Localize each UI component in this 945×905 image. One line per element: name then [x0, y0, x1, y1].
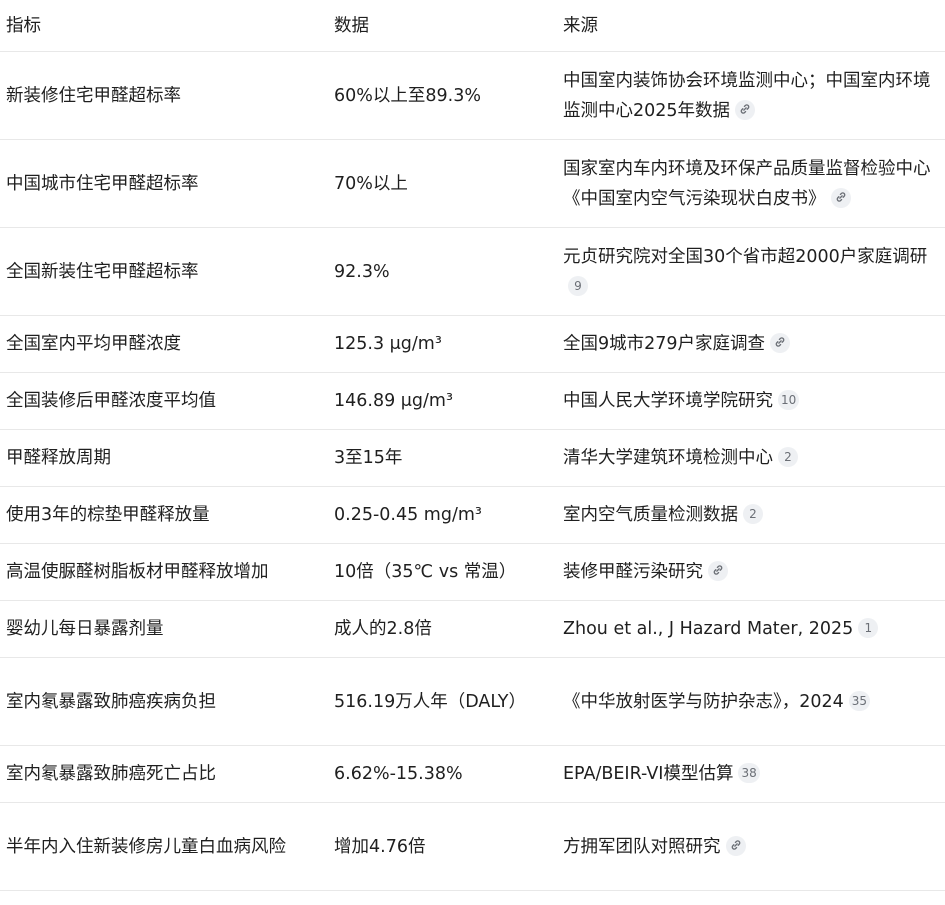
link-icon[interactable] — [830, 187, 851, 208]
value-cell: 0.25-0.45 mg/m³ — [328, 486, 557, 544]
value-cell: 70%以上 — [328, 139, 557, 228]
header-indicator: 指标 — [0, 0, 328, 52]
indicator-cell: 新装修住宅甲醛超标率 — [0, 51, 328, 140]
table-row: 高温使脲醛树脂板材甲醛释放增加 10倍（35℃ vs 常温） 装修甲醛污染研究 — [0, 543, 945, 601]
indicator-cell: 使用3年的棕垫甲醛释放量 — [0, 486, 328, 544]
citation-badge[interactable]: 35 — [848, 690, 871, 711]
table-row: 新装修住宅甲醛超标率 60%以上至89.3% 中国室内装饰协会环境监测中心；中国室内… — [0, 51, 945, 140]
table-row: 使用3年的棕垫甲醛释放量 0.25-0.45 mg/m³ 室内空气质量检测数据 2 — [0, 486, 945, 544]
citation-badge[interactable]: 9 — [568, 275, 588, 296]
source-cell: 国家室内车内环境及环保产品质量监督检验中心《中国室内空气污染现状白皮书》 — [557, 139, 945, 228]
source-cell: 《中华放射医学与防护杂志》，2024 35 — [557, 657, 945, 746]
indicator-cell: 甲醛释放周期 — [0, 429, 328, 487]
indicator-cell: 婴幼儿每日暴露剂量 — [0, 600, 328, 658]
value-cell: 成人的2.8倍 — [328, 600, 557, 658]
source-text: 清华大学建筑环境检测中心 — [563, 448, 773, 468]
source-cell: 中国人民大学环境学院研究 10 — [557, 372, 945, 430]
link-icon[interactable] — [735, 99, 756, 120]
source-cell: 元贞研究院对全国30个省市超2000户家庭调研 9 — [557, 227, 945, 316]
table-header-row: 指标 数据 来源 — [0, 0, 945, 52]
table-row: 全国装修后甲醛浓度平均值 146.89 μg/m³ 中国人民大学环境学院研究 10 — [0, 372, 945, 430]
indicator-cell: 全国装修后甲醛浓度平均值 — [0, 372, 328, 430]
citation-badge[interactable]: 38 — [738, 763, 760, 783]
source-cell: 清华大学建筑环境检测中心 2 — [557, 429, 945, 487]
table-row: 中国城市住宅甲醛超标率 70%以上 国家室内车内环境及环保产品质量监督检验中心《中国… — [0, 139, 945, 228]
source-cell: 室内空气质量检测数据 2 — [557, 486, 945, 544]
source-cell: 方拥军团队对照研究 — [557, 802, 945, 891]
table-body: 新装修住宅甲醛超标率 60%以上至89.3% 中国室内装饰协会环境监测中心；中国室内… — [0, 51, 945, 891]
source-text: 中国人民大学环境学院研究 — [563, 391, 773, 411]
citation-badge[interactable]: 1 — [858, 618, 879, 638]
source-text: Zhou et al., J Hazard Mater, 2025 — [563, 619, 854, 639]
indicator-cell: 全国室内平均甲醛浓度 — [0, 315, 328, 373]
link-icon[interactable] — [725, 835, 746, 856]
source-text: 室内空气质量检测数据 — [563, 505, 738, 525]
source-text: 国家室内车内环境及环保产品质量监督检验中心《中国室内空气污染现状白皮书》 — [563, 158, 931, 209]
table-row: 婴幼儿每日暴露剂量 成人的2.8倍 Zhou et al., J Hazard Ma… — [0, 600, 945, 658]
indicator-cell: 高温使脲醛树脂板材甲醛释放增加 — [0, 543, 328, 601]
indicator-cell: 中国城市住宅甲醛超标率 — [0, 139, 328, 228]
source-text: 装修甲醛污染研究 — [563, 562, 703, 582]
header-source: 来源 — [557, 0, 945, 52]
source-cell: EPA/BEIR-VI模型估算 38 — [557, 745, 945, 803]
table-row: 室内氡暴露致肺癌死亡占比 6.62%-15.38% EPA/BEIR-VI模型估算 3… — [0, 745, 945, 803]
value-cell: 3至15年 — [328, 429, 557, 487]
link-icon[interactable] — [770, 333, 791, 353]
source-text: 元贞研究院对全国30个省市超2000户家庭调研 — [563, 246, 928, 267]
source-text: EPA/BEIR-VI模型估算 — [563, 764, 734, 784]
table-row: 甲醛释放周期 3至15年 清华大学建筑环境检测中心 2 — [0, 429, 945, 487]
citation-badge[interactable]: 2 — [743, 504, 763, 524]
value-cell: 10倍（35℃ vs 常温） — [328, 543, 557, 601]
source-cell: Zhou et al., J Hazard Mater, 2025 1 — [557, 600, 945, 658]
link-icon[interactable] — [708, 561, 728, 581]
indicator-cell: 半年内入住新装修房儿童白血病风险 — [0, 802, 328, 891]
source-cell: 中国室内装饰协会环境监测中心；中国室内环境监测中心2025年数据 — [557, 51, 945, 140]
value-cell: 146.89 μg/m³ — [328, 372, 557, 430]
citation-badge[interactable]: 10 — [778, 390, 800, 410]
table-row: 半年内入住新装修房儿童白血病风险 增加4.76倍 方拥军团队对照研究 — [0, 802, 945, 891]
header-value: 数据 — [328, 0, 557, 52]
value-cell: 516.19万人年（DALY） — [328, 657, 557, 746]
source-text: 全国9城市279户家庭调查 — [563, 334, 766, 354]
value-cell: 6.62%-15.38% — [328, 745, 557, 803]
data-table: 指标 数据 来源 新装修住宅甲醛超标率 60%以上至89.3% 中国室内装饰协会环境… — [0, 0, 945, 891]
indicator-cell: 室内氡暴露致肺癌死亡占比 — [0, 745, 328, 803]
indicator-cell: 室内氡暴露致肺癌疾病负担 — [0, 657, 328, 746]
source-cell: 全国9城市279户家庭调查 — [557, 315, 945, 373]
indicator-cell: 全国新装住宅甲醛超标率 — [0, 227, 328, 316]
table-row: 全国室内平均甲醛浓度 125.3 μg/m³ 全国9城市279户家庭调查 — [0, 315, 945, 373]
value-cell: 60%以上至89.3% — [328, 51, 557, 140]
value-cell: 92.3% — [328, 227, 557, 316]
source-cell: 装修甲醛污染研究 — [557, 543, 945, 601]
source-text: 《中华放射医学与防护杂志》，2024 — [563, 691, 844, 712]
citation-badge[interactable]: 2 — [778, 447, 798, 467]
value-cell: 125.3 μg/m³ — [328, 315, 557, 373]
table-row: 室内氡暴露致肺癌疾病负担 516.19万人年（DALY） 《中华放射医学与防护杂志》… — [0, 657, 945, 746]
value-cell: 增加4.76倍 — [328, 802, 557, 891]
source-text: 方拥军团队对照研究 — [563, 836, 721, 857]
table-row: 全国新装住宅甲醛超标率 92.3% 元贞研究院对全国30个省市超2000户家庭调研 9 — [0, 227, 945, 316]
